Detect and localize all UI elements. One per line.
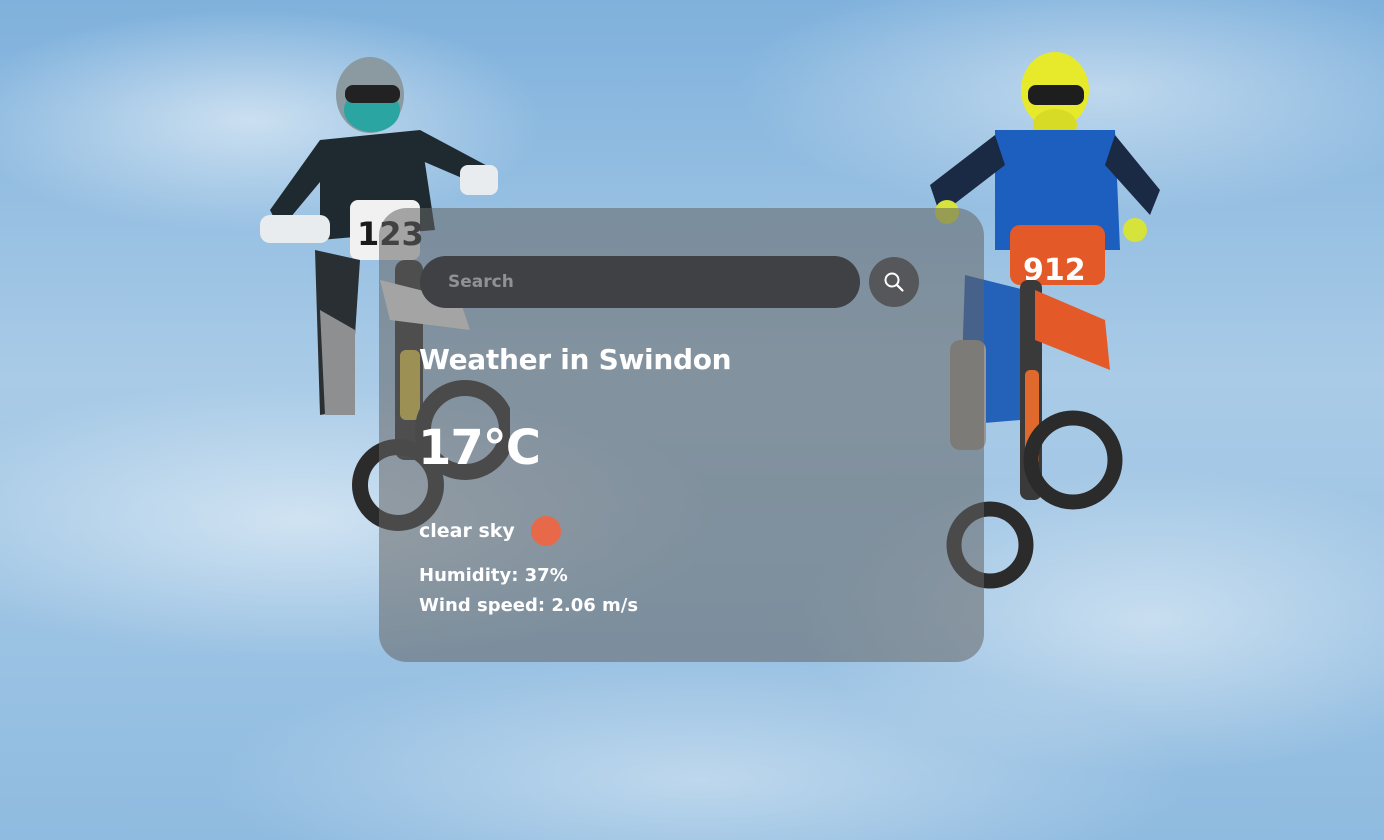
- humidity: Humidity: 37%: [419, 565, 568, 586]
- wind-speed: Wind speed: 2.06 m/s: [419, 595, 639, 616]
- temperature: 17°C: [418, 420, 541, 476]
- search-input[interactable]: [420, 256, 860, 308]
- search-icon: [884, 272, 904, 292]
- weather-description: clear sky: [419, 520, 515, 542]
- search-button[interactable]: [869, 257, 919, 307]
- weather-description-row: clear sky: [419, 516, 561, 546]
- sun-icon: [530, 516, 561, 546]
- city-heading: Weather in Swindon: [419, 343, 732, 376]
- search-bar: [420, 256, 860, 308]
